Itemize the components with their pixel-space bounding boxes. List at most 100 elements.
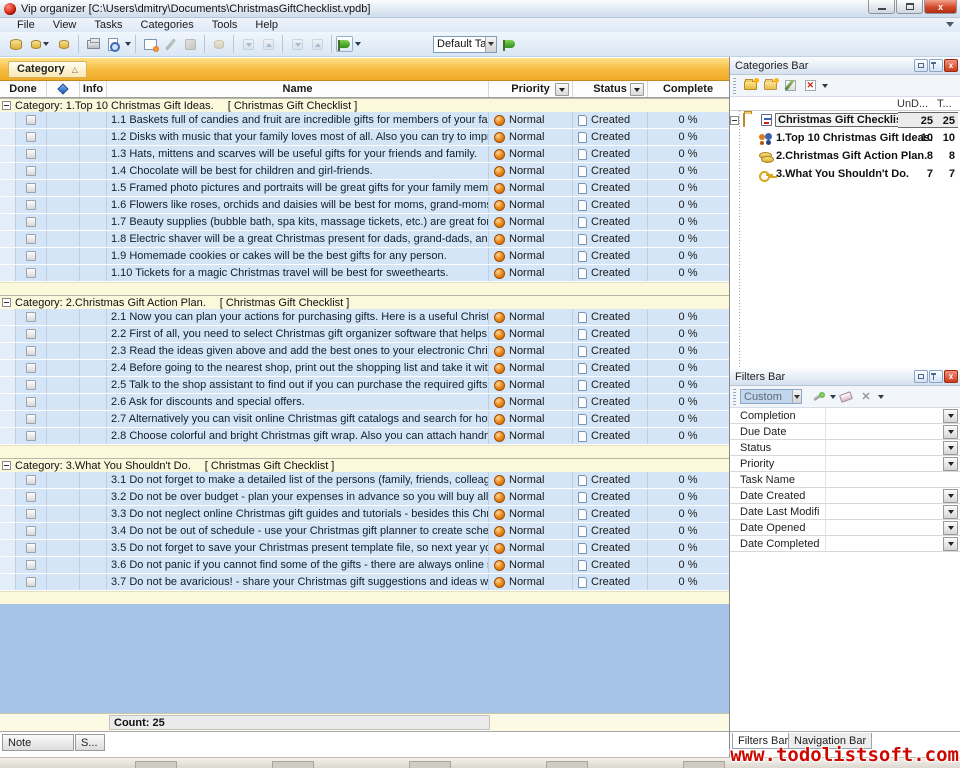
done-checkbox[interactable]	[26, 166, 36, 176]
edit-task-icon[interactable]	[161, 35, 179, 53]
status-filter-icon[interactable]	[630, 83, 644, 96]
total-column-header[interactable]: T...	[937, 98, 952, 110]
apply-filter-arrow-icon[interactable]	[830, 395, 836, 399]
panel-pin-icon[interactable]	[929, 370, 943, 383]
new-database-icon[interactable]	[7, 35, 25, 53]
filter-dropdown-icon[interactable]	[943, 521, 958, 535]
menu-item-view[interactable]: View	[44, 18, 86, 32]
view-mode-arrow-icon[interactable]	[355, 42, 361, 46]
table-row[interactable]: 1.7 Beauty supplies (bubble bath, spa ki…	[0, 214, 729, 231]
done-checkbox[interactable]	[26, 183, 36, 193]
view-mode-icon[interactable]	[336, 36, 353, 52]
new-category-icon[interactable]	[741, 77, 759, 94]
filter-field-value[interactable]	[826, 456, 943, 471]
filter-dropdown-icon[interactable]	[943, 457, 958, 471]
column-header-complete[interactable]: Complete	[648, 81, 728, 97]
delete-category-icon[interactable]	[801, 77, 819, 94]
done-checkbox[interactable]	[26, 509, 36, 519]
filter-dropdown-icon[interactable]	[943, 409, 958, 423]
undone-column-header[interactable]: UnD...	[897, 98, 928, 110]
done-checkbox[interactable]	[26, 149, 36, 159]
done-checkbox[interactable]	[26, 475, 36, 485]
done-checkbox[interactable]	[26, 543, 36, 553]
filter-preset-combobox[interactable]: Custom	[740, 389, 802, 404]
table-row[interactable]: 3.2 Do not be over budget - plan your ex…	[0, 489, 729, 506]
done-checkbox[interactable]	[26, 251, 36, 261]
table-row[interactable]: 1.3 Hats, mittens and scarves will be us…	[0, 146, 729, 163]
table-row[interactable]: 3.5 Do not forget to save your Christmas…	[0, 540, 729, 557]
category-tree-item[interactable]: 2.Christmas Gift Action Plan.88	[730, 147, 960, 165]
delete-task-icon[interactable]	[181, 35, 199, 53]
table-row[interactable]: 2.2 First of all, you need to select Chr…	[0, 326, 729, 343]
print-icon[interactable]	[84, 35, 102, 53]
category-tree-item[interactable]: Christmas Gift Checklist2525	[730, 111, 960, 129]
collapse-group-icon[interactable]	[2, 461, 11, 470]
filter-dropdown-icon[interactable]	[943, 505, 958, 519]
table-row[interactable]: 2.4 Before going to the nearest shop, pr…	[0, 360, 729, 377]
print-preview-icon[interactable]	[104, 35, 122, 53]
table-row[interactable]: 3.1 Do not forget to make a detailed lis…	[0, 472, 729, 489]
edit-category-icon[interactable]	[781, 77, 799, 94]
done-checkbox[interactable]	[26, 492, 36, 502]
done-checkbox[interactable]	[26, 526, 36, 536]
combo-dropdown-icon[interactable]	[485, 37, 496, 52]
minimize-button[interactable]	[868, 0, 895, 14]
category-tree-item[interactable]: 3.What You Shouldn't Do.77	[730, 165, 960, 183]
apply-filter-icon[interactable]	[809, 388, 827, 405]
table-row[interactable]: 3.6 Do not panic if you cannot find some…	[0, 557, 729, 574]
panel-close-icon[interactable]: x	[944, 59, 958, 72]
tab-more[interactable]: S...	[75, 734, 105, 751]
table-row[interactable]: 3.7 Do not be avaricious! - share your C…	[0, 574, 729, 591]
done-checkbox[interactable]	[26, 200, 36, 210]
done-checkbox[interactable]	[26, 414, 36, 424]
categories-toolbar-overflow-icon[interactable]	[822, 84, 828, 88]
move-bottom-icon[interactable]	[288, 35, 306, 53]
done-checkbox[interactable]	[26, 397, 36, 407]
done-checkbox[interactable]	[26, 132, 36, 142]
open-database-icon[interactable]	[27, 35, 53, 53]
task-view-combobox[interactable]: Default Task V	[433, 36, 497, 53]
toolbar-grip[interactable]	[733, 78, 736, 94]
tab-note[interactable]: Note	[2, 734, 74, 751]
column-header-info[interactable]: Info	[80, 81, 107, 97]
filter-field-value[interactable]	[826, 520, 943, 535]
menu-item-tasks[interactable]: Tasks	[85, 18, 131, 32]
collapse-group-icon[interactable]	[2, 101, 11, 110]
table-row[interactable]: 1.5 Framed photo pictures and portraits …	[0, 180, 729, 197]
table-row[interactable]: 2.8 Choose colorful and bright Christmas…	[0, 428, 729, 445]
toolbar-grip[interactable]	[733, 389, 736, 405]
filter-field-value[interactable]	[826, 504, 943, 519]
filter-field-value[interactable]	[826, 536, 943, 551]
column-header-priority[interactable]: Priority	[489, 81, 573, 97]
filter-field-value[interactable]	[826, 424, 943, 439]
category-group-header[interactable]: Category: 2.Christmas Gift Action Plan.[…	[0, 295, 729, 309]
done-checkbox[interactable]	[26, 234, 36, 244]
column-header-status[interactable]: Status	[573, 81, 648, 97]
done-checkbox[interactable]	[26, 380, 36, 390]
table-row[interactable]: 2.5 Talk to the shop assistant to find o…	[0, 377, 729, 394]
table-row[interactable]: 1.4 Chocolate will be best for children …	[0, 163, 729, 180]
panel-float-icon[interactable]	[914, 370, 928, 383]
new-subcategory-icon[interactable]	[761, 77, 779, 94]
filter-dropdown-icon[interactable]	[943, 425, 958, 439]
menu-item-categories[interactable]: Categories	[132, 18, 203, 32]
save-database-icon[interactable]	[55, 35, 73, 53]
table-row[interactable]: 2.6 Ask for discounts and special offers…	[0, 394, 729, 411]
done-checkbox[interactable]	[26, 560, 36, 570]
filter-field-value[interactable]	[826, 408, 943, 423]
table-row[interactable]: 1.8 Electric shaver will be a great Chri…	[0, 231, 729, 248]
table-row[interactable]: 1.10 Tickets for a magic Christmas trave…	[0, 265, 729, 282]
filter-dropdown-icon[interactable]	[943, 441, 958, 455]
panel-float-icon[interactable]	[914, 59, 928, 72]
column-header-priority-icon[interactable]	[47, 81, 80, 97]
clear-filter-icon[interactable]	[837, 388, 855, 405]
close-button[interactable]: x	[924, 0, 957, 14]
table-row[interactable]: 1.6 Flowers like roses, orchids and dais…	[0, 197, 729, 214]
move-up-icon[interactable]	[259, 35, 277, 53]
menu-item-help[interactable]: Help	[246, 18, 287, 32]
panel-close-icon[interactable]: x	[944, 370, 958, 383]
filters-toolbar-overflow-icon[interactable]	[878, 395, 884, 399]
filter-dropdown-icon[interactable]	[943, 489, 958, 503]
done-checkbox[interactable]	[26, 268, 36, 278]
new-task-icon[interactable]	[141, 35, 159, 53]
